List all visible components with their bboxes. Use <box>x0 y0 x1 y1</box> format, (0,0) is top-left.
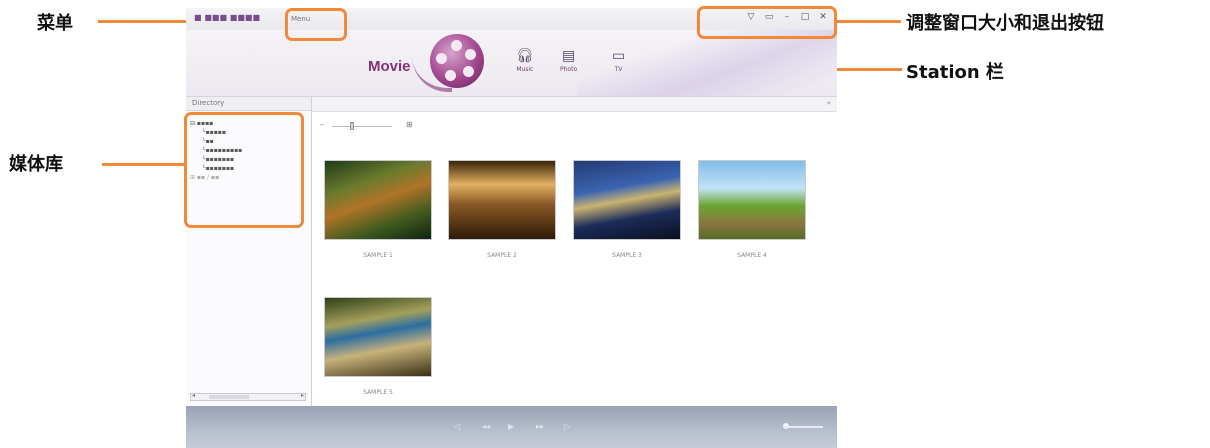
next-icon[interactable]: ▷ <box>564 422 570 431</box>
zoom-knob[interactable] <box>350 122 354 130</box>
annotation-media-library-line <box>102 163 184 166</box>
gallery-item[interactable]: SAMPLE 2 <box>448 160 556 259</box>
tv-icon: ▭ <box>612 48 626 64</box>
thumbnail-caption: SAMPLE 3 <box>612 252 642 259</box>
playback-bar: ◁ ◂◂ ▶ ▸▸ ▷ <box>186 406 837 448</box>
annotation-window-controls-line <box>837 20 901 23</box>
zoom-slider[interactable]: – ⊞ <box>320 120 420 131</box>
station-item-label: Photo <box>560 66 578 73</box>
headphones-icon: 🎧︎ <box>516 48 534 64</box>
thumbnail-caption: SAMPLE 5 <box>363 389 393 396</box>
media-library-highlight-box <box>184 112 304 228</box>
zoom-out-icon[interactable]: – <box>320 120 324 129</box>
gallery-item[interactable]: SAMPLE 4 <box>698 160 806 259</box>
annotation-station-bar-label: Station 栏 <box>906 62 1004 83</box>
play-icon[interactable]: ▶ <box>508 422 514 431</box>
station-item-tv[interactable]: ▭ TV <box>612 48 625 73</box>
thumbnail-image[interactable] <box>698 160 806 240</box>
menu-highlight-box <box>285 8 347 41</box>
thumbnail-image[interactable] <box>324 297 432 377</box>
zoom-track <box>332 126 392 127</box>
media-gallery: « – ⊞ SAMPLE 1 SAMPLE 2 SAMPLE 3 SAMPLE … <box>312 97 837 407</box>
station-movie-label[interactable]: Movie <box>368 58 411 75</box>
thumbnail-image[interactable] <box>573 160 681 240</box>
station-item-label: Music <box>516 66 534 73</box>
thumbnail-image[interactable] <box>324 160 432 240</box>
forward-icon[interactable]: ▸▸ <box>536 422 544 431</box>
photo-icon: ▤ <box>561 48 576 64</box>
annotation-media-library-label: 媒体库 <box>9 154 63 175</box>
station-item-photo[interactable]: ▤ Photo <box>560 48 577 73</box>
annotation-menu-label: 菜单 <box>37 13 73 34</box>
gallery-item[interactable]: SAMPLE 3 <box>573 160 681 259</box>
station-bar: Movie 🎧︎ Music ▤ Photo ▭ TV <box>186 30 837 96</box>
thumbnail-caption: SAMPLE 2 <box>487 252 517 259</box>
annotation-window-controls-label: 调整窗口大小和退出按钮 <box>906 13 1104 34</box>
rewind-icon[interactable]: ◂◂ <box>482 422 490 431</box>
directory-header: Directory <box>186 97 311 111</box>
gallery-item[interactable]: SAMPLE 5 <box>324 297 432 396</box>
thumbnail-caption: SAMPLE 1 <box>363 252 393 259</box>
scrollbar-thumb[interactable] <box>209 395 249 399</box>
sidebar-horizontal-scrollbar[interactable]: ◂ ▸ <box>190 392 306 401</box>
station-item-label: TV <box>614 66 623 73</box>
scroll-right-icon[interactable]: ▸ <box>301 392 304 399</box>
gallery-item[interactable]: SAMPLE 1 <box>324 160 432 259</box>
collapse-icon[interactable]: « <box>827 99 831 107</box>
thumbnail-image[interactable] <box>448 160 556 240</box>
zoom-in-icon[interactable]: ⊞ <box>406 120 413 129</box>
app-logo: ■ ■■■ ■■■■ <box>194 13 261 22</box>
window-controls-highlight-box <box>697 6 837 39</box>
thumbnail-caption: SAMPLE 4 <box>737 252 767 259</box>
station-item-music[interactable]: 🎧︎ Music <box>516 48 534 73</box>
prev-icon[interactable]: ◁ <box>454 422 460 431</box>
volume-slider[interactable] <box>783 426 823 428</box>
scroll-left-icon[interactable]: ◂ <box>192 392 195 399</box>
app-window: ■ ■■■ ■■■■ Menu ▽ ▭ – □ ✕ Movie 🎧︎ Music… <box>186 8 837 448</box>
gallery-header: « <box>312 97 837 112</box>
film-reel-icon[interactable] <box>430 34 484 88</box>
